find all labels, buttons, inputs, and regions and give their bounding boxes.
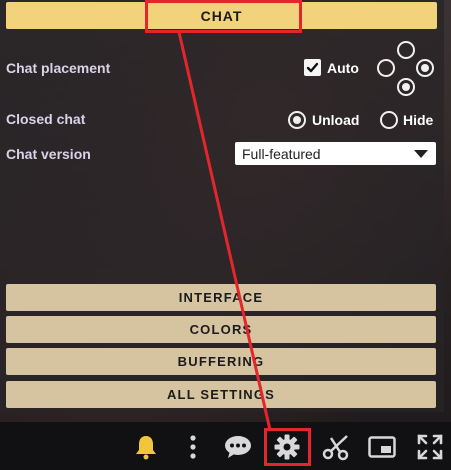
chevron-down-icon [414, 150, 428, 158]
closed-chat-unload-label: Unload [312, 112, 360, 128]
menu-interface-button[interactable]: INTERFACE [6, 284, 436, 311]
fullscreen-icon[interactable] [415, 432, 445, 462]
placement-left-radio[interactable] [377, 59, 395, 77]
menu-all-settings-label: ALL SETTINGS [166, 387, 276, 402]
placement-top-radio[interactable] [397, 41, 415, 59]
menu-interface-label: INTERFACE [178, 290, 264, 305]
chat-bubble-icon[interactable] [223, 432, 253, 462]
placement-right-radio[interactable] [416, 59, 434, 77]
bell-icon[interactable] [131, 432, 161, 462]
closed-chat-unload-radio[interactable] [288, 111, 306, 129]
closed-chat-label: Closed chat [6, 111, 86, 127]
chat-placement-label: Chat placement [6, 60, 111, 76]
placement-bottom-radio[interactable] [397, 78, 415, 96]
chat-version-value: Full-featured [242, 145, 321, 162]
menu-colors-button[interactable]: COLORS [6, 316, 436, 343]
menu-buffering-button[interactable]: BUFFERING [6, 348, 436, 375]
checkmark-icon [306, 62, 319, 73]
auto-placement-checkbox[interactable] [304, 59, 321, 76]
clip-scissors-icon[interactable] [321, 432, 351, 462]
closed-chat-hide-radio[interactable] [380, 111, 398, 129]
settings-gear-icon[interactable] [272, 432, 302, 462]
menu-colors-label: COLORS [189, 322, 253, 337]
chat-version-select[interactable]: Full-featured [235, 142, 436, 165]
chat-version-label: Chat version [6, 146, 91, 162]
picture-in-picture-icon[interactable] [367, 432, 397, 462]
menu-all-settings-button[interactable]: ALL SETTINGS [6, 381, 436, 408]
closed-chat-hide-label: Hide [403, 112, 434, 128]
tab-chat[interactable]: CHAT [6, 2, 437, 29]
auto-placement-label: Auto [327, 60, 359, 76]
more-vertical-icon[interactable] [178, 432, 208, 462]
tab-chat-label: CHAT [200, 7, 243, 24]
menu-buffering-label: BUFFERING [177, 354, 265, 369]
